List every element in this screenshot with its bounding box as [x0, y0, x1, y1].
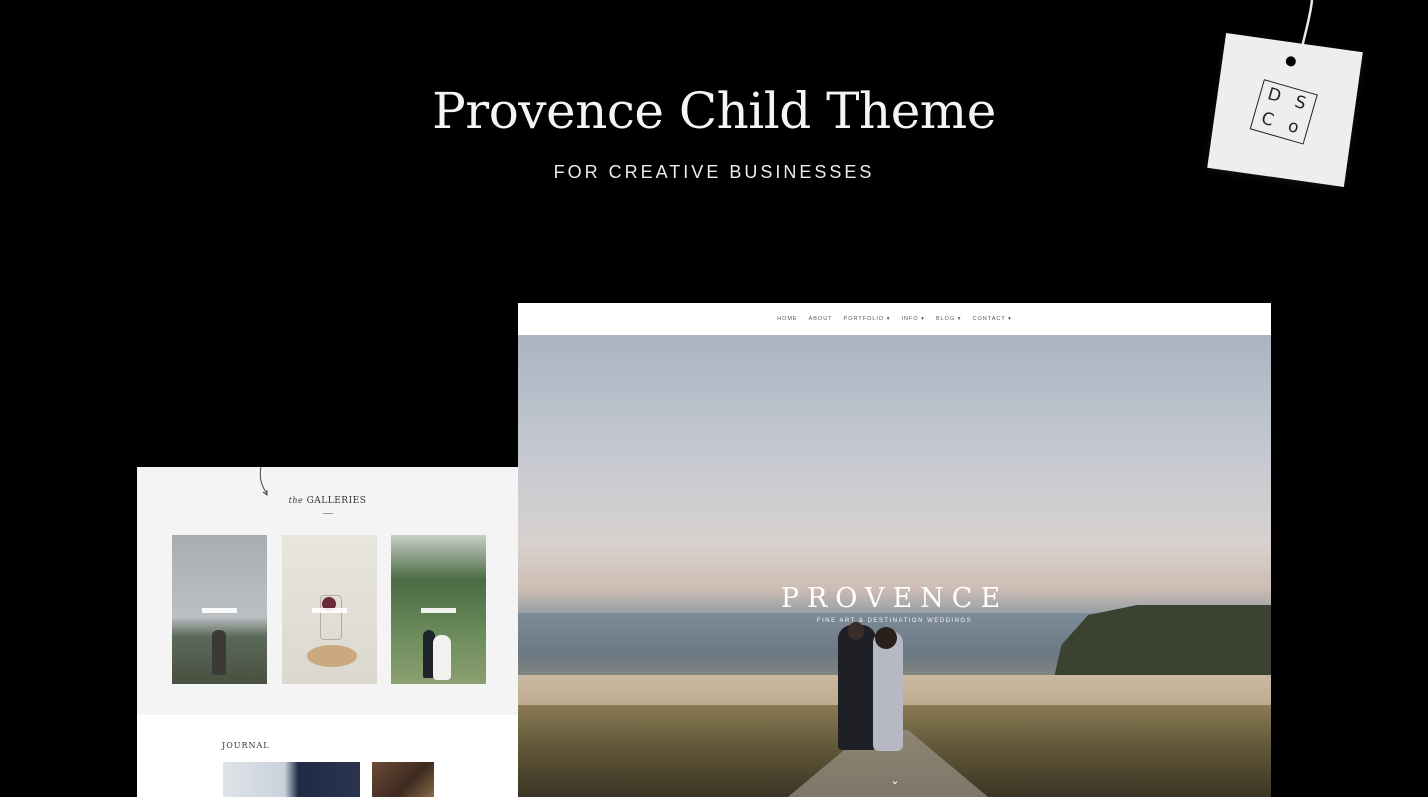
galleries-heading-script: the [288, 496, 304, 505]
journal-thumbnail[interactable] [223, 762, 360, 797]
gallery-figure [433, 635, 451, 680]
hero-title: PROVENCE [780, 583, 1009, 614]
nav-item-about[interactable]: ABOUT [809, 316, 833, 322]
galleries-page-preview: the GALLERIES JOURNAL [137, 467, 518, 797]
gallery-card-label [202, 608, 237, 613]
galleries-heading: the GALLERIES [137, 496, 518, 506]
hero-tagline: FINE ART & DESTINATION WEDDINGS [816, 618, 973, 624]
galleries-heading-text: GALLERIES [306, 496, 367, 506]
chevron-down-icon[interactable]: ⌄ [889, 775, 901, 787]
main-nav: HOME ABOUT PORTFOLIO ▾ INFO ▾ BLOG ▾ CON… [518, 303, 1271, 335]
main-site-preview: HOME ABOUT PORTFOLIO ▾ INFO ▾ BLOG ▾ CON… [518, 303, 1271, 797]
gallery-wood-slab [307, 645, 357, 667]
hero-image: PROVENCE FINE ART & DESTINATION WEDDINGS… [518, 335, 1271, 797]
couple-figure [848, 622, 864, 640]
dsco-logo: D S C o [1249, 79, 1318, 145]
nav-item-info[interactable]: INFO ▾ [902, 316, 925, 322]
nav-item-portfolio[interactable]: PORTFOLIO ▾ [844, 316, 891, 322]
nav-item-contact[interactable]: CONTACT ▾ [973, 316, 1012, 322]
tag-hole [1285, 55, 1297, 67]
couple-figure [873, 631, 903, 751]
gallery-card-label [312, 608, 347, 613]
brand-hang-tag: D S C o [1207, 33, 1363, 187]
nav-item-home[interactable]: HOME [777, 316, 798, 322]
couple-figure [875, 627, 897, 649]
journal-heading: JOURNAL [222, 741, 270, 750]
gallery-card-label [421, 608, 456, 613]
gallery-card[interactable] [172, 535, 267, 684]
arrow-icon [259, 467, 268, 496]
journal-thumbnail[interactable] [372, 762, 434, 797]
gallery-card[interactable] [391, 535, 486, 684]
nav-item-blog[interactable]: BLOG ▾ [936, 316, 962, 322]
gallery-figure [212, 630, 226, 675]
heading-divider [323, 513, 333, 514]
couple-figure [838, 625, 876, 750]
gallery-card[interactable] [282, 535, 377, 684]
